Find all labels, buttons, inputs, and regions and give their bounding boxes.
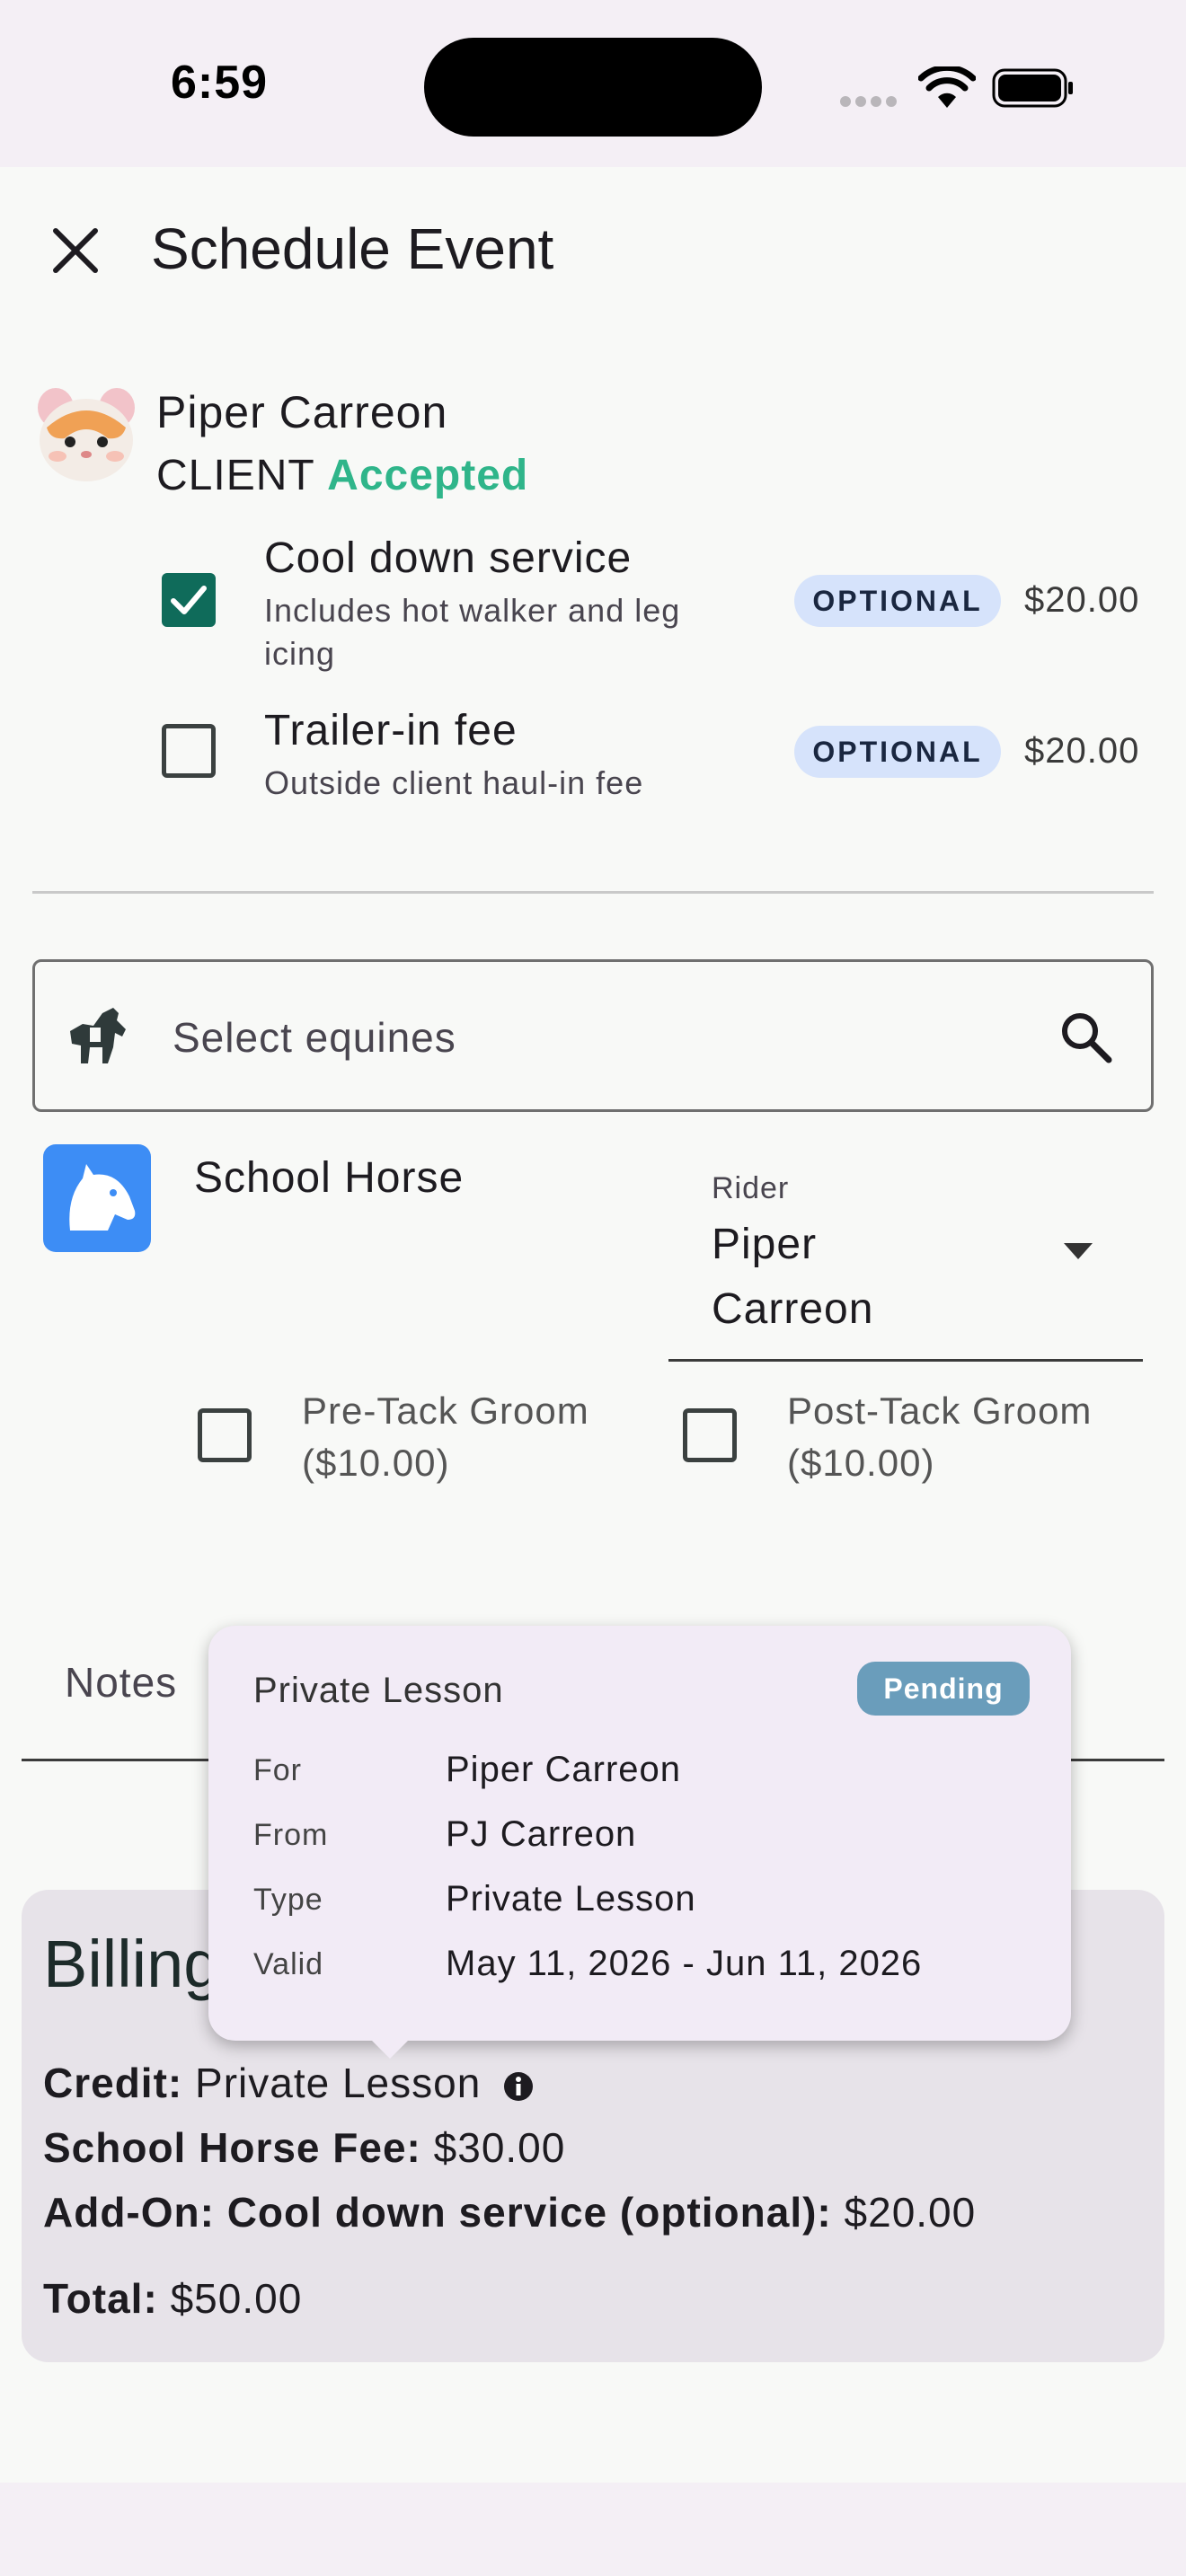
billing-total-line: Total: $50.00 (43, 2274, 302, 2323)
addon-description: Includes hot walker and leg icing (264, 592, 681, 672)
addon-description: Outside client haul-in fee (264, 764, 644, 801)
billing-credit-line: Credit: Private Lesson (43, 2059, 535, 2107)
fee-value: $30.00 (433, 2124, 566, 2171)
popover-value: May 11, 2026 - Jun 11, 2026 (446, 1944, 923, 1983)
info-icon[interactable] (502, 2070, 535, 2103)
credit-popover: Private Lesson Pending For Piper Carreon… (208, 1626, 1071, 2041)
fee-label: School Horse Fee: (43, 2124, 421, 2171)
total-value: $50.00 (170, 2275, 303, 2322)
billing-title: Billing (43, 1927, 221, 2001)
hamster-avatar (38, 388, 135, 481)
addon-title: Trailer-in fee (264, 707, 518, 754)
bottom-strip (0, 2483, 1186, 2576)
addon-price: $20.00 (1024, 731, 1140, 771)
optional-badge: OPTIONAL (794, 575, 1001, 627)
dynamic-island (424, 38, 762, 137)
check-icon (171, 586, 207, 614)
rider-label: Rider (712, 1171, 790, 1205)
battery-icon (992, 68, 1073, 108)
addon-title: Cool down service (264, 534, 633, 582)
credit-label: Credit: (43, 2060, 183, 2106)
pre-tack-groom-label: Pre-Tack Groom ($10.00) (302, 1389, 589, 1484)
popover-value: PJ Carreon (446, 1814, 637, 1854)
client-name: Piper Carreon (156, 387, 448, 437)
popover-arrow (370, 2039, 410, 2059)
horse-icon (70, 1008, 126, 1063)
pre-tack-groom-checkbox[interactable] (198, 1408, 252, 1462)
post-tack-groom-label: Post-Tack Groom ($10.00) (787, 1389, 1093, 1484)
client-role: CLIENT (156, 452, 314, 499)
post-tack-groom-checkbox[interactable] (683, 1408, 737, 1462)
page-title: Schedule Event (151, 216, 554, 281)
horse-head-icon (69, 1164, 136, 1231)
cool-down-checkbox[interactable] (162, 573, 216, 627)
popover-key: Valid (253, 1947, 324, 1981)
tab-notes[interactable]: Notes (65, 1658, 177, 1707)
client-role-line: CLIENT Accepted (156, 451, 528, 500)
popover-title: Private Lesson (253, 1671, 504, 1710)
addon-label: Add-On: Cool down service (optional): (43, 2189, 832, 2236)
search-icon[interactable] (1058, 1010, 1114, 1065)
wifi-icon (918, 66, 976, 108)
trailer-in-checkbox[interactable] (162, 724, 216, 778)
addon-value: $20.00 (844, 2189, 977, 2236)
popover-key: From (253, 1818, 329, 1852)
horse-avatar (43, 1144, 151, 1252)
popover-value: Piper Carreon (446, 1750, 682, 1789)
status-bar: 6:59 (0, 0, 1186, 167)
status-time: 6:59 (171, 57, 269, 109)
divider (32, 891, 1154, 894)
billing-fee-line: School Horse Fee: $30.00 (43, 2123, 565, 2172)
search-placeholder: Select equines (173, 1014, 456, 1061)
signal-icon (840, 93, 901, 110)
rider-select[interactable]: Rider Piper Carreon (668, 1164, 1143, 1362)
total-label: Total: (43, 2275, 158, 2322)
credit-value: Private Lesson (195, 2060, 482, 2106)
popover-key: For (253, 1753, 302, 1787)
client-status: Accepted (327, 452, 529, 499)
popover-value: Private Lesson (446, 1879, 696, 1919)
dropdown-caret-icon (1064, 1243, 1093, 1259)
rider-value: Piper Carreon (712, 1221, 874, 1333)
optional-badge: OPTIONAL (794, 726, 1001, 778)
status-badge: Pending (857, 1662, 1030, 1716)
close-icon[interactable] (45, 220, 106, 281)
popover-key: Type (253, 1883, 323, 1917)
billing-addon-line: Add-On: Cool down service (optional): $2… (43, 2188, 976, 2236)
equine-name: School Horse (194, 1154, 465, 1202)
addon-price: $20.00 (1024, 580, 1140, 620)
